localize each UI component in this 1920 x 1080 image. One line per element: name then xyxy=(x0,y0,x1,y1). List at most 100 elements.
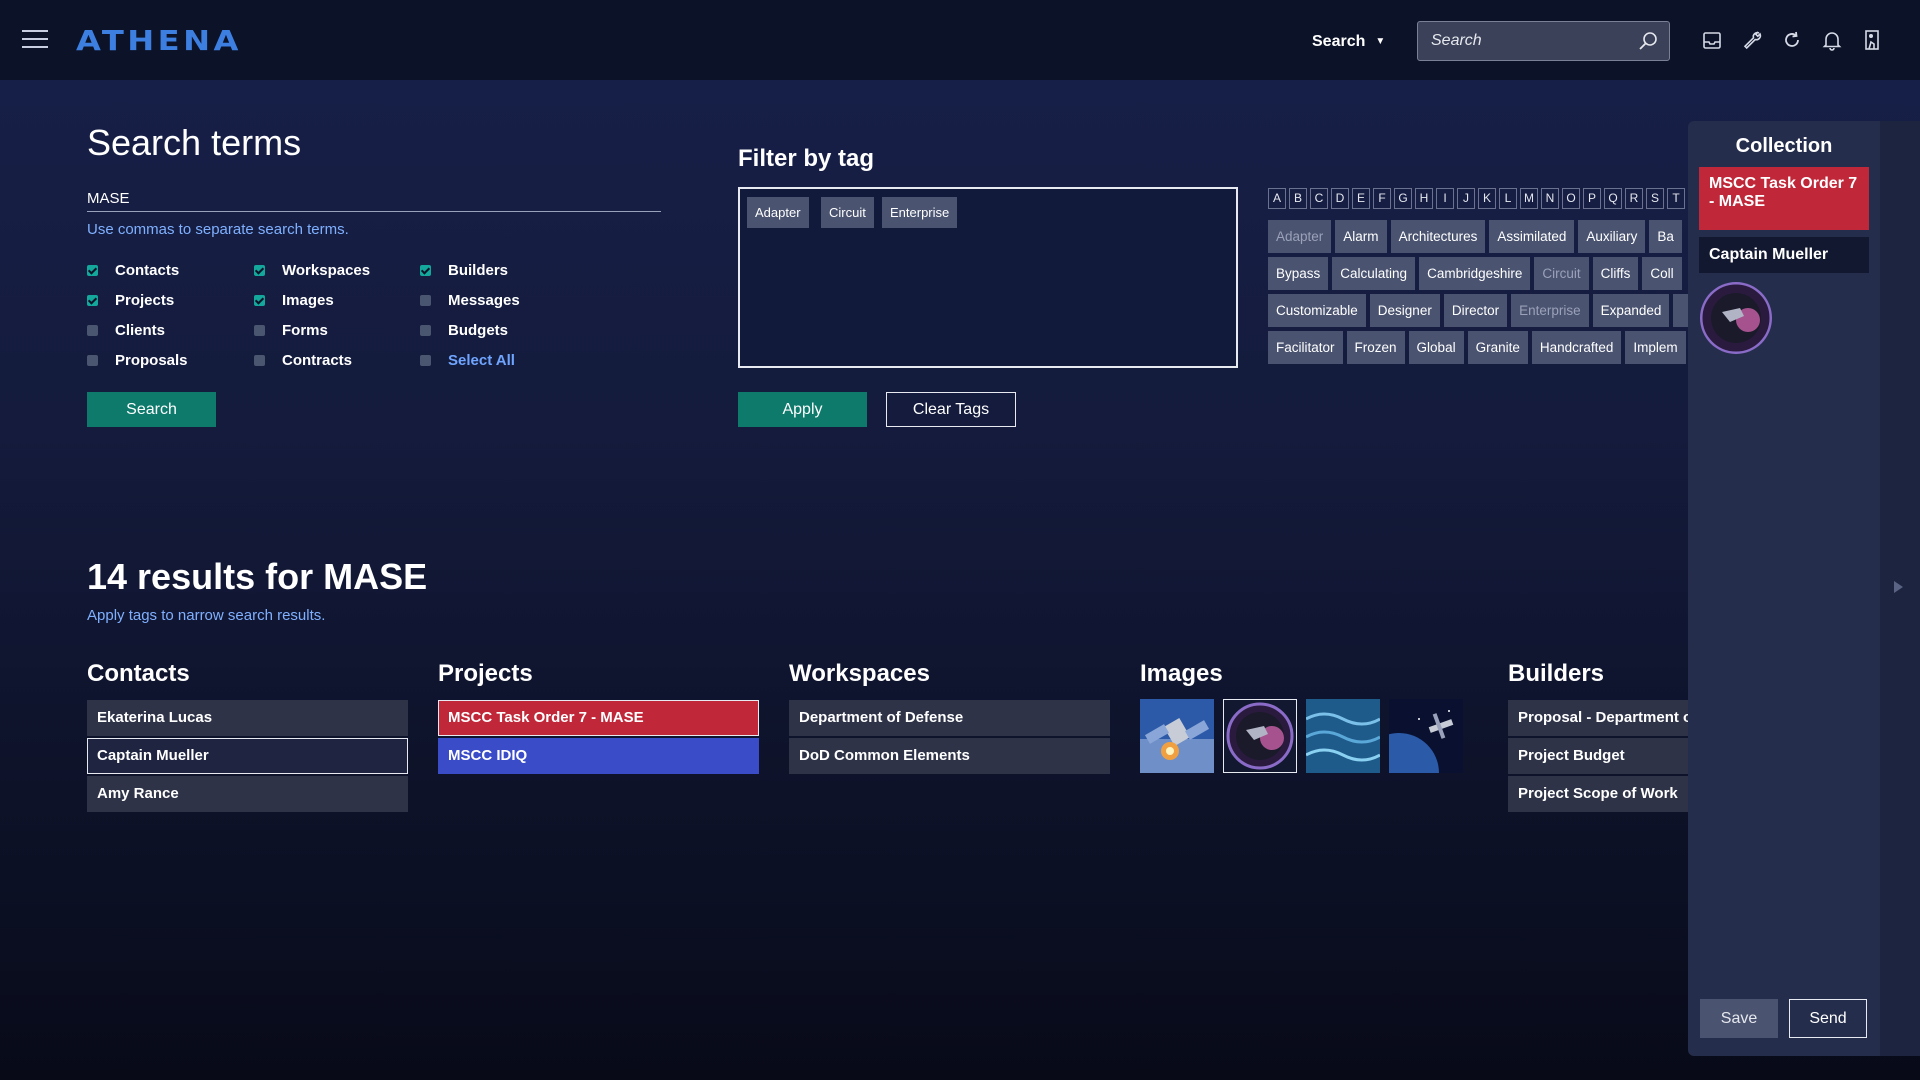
checkbox-contacts[interactable]: Contacts xyxy=(87,262,179,279)
tag-chip[interactable]: Enterprise xyxy=(1511,294,1589,327)
contact-item[interactable]: Amy Rance xyxy=(87,776,408,812)
tag-chip[interactable]: Expanded xyxy=(1592,294,1670,327)
letter-q[interactable]: Q xyxy=(1604,188,1622,209)
selected-tag-chip[interactable]: Enterprise xyxy=(882,197,958,228)
letter-g[interactable]: G xyxy=(1394,188,1412,209)
letter-k[interactable]: K xyxy=(1478,188,1496,209)
tag-chip[interactable]: Auxiliary xyxy=(1578,220,1646,253)
satellite-image[interactable] xyxy=(1140,699,1214,773)
tag-chip[interactable]: Designer xyxy=(1369,294,1440,327)
project-item[interactable]: MSCC IDIQ xyxy=(438,738,759,774)
letter-s[interactable]: S xyxy=(1646,188,1664,209)
tag-chip[interactable]: Handcrafted xyxy=(1531,331,1622,364)
checkbox-messages[interactable]: Messages xyxy=(420,292,520,309)
contact-item[interactable]: Captain Mueller xyxy=(87,738,408,774)
letter-o[interactable]: O xyxy=(1562,188,1580,209)
expand-arrow-icon[interactable] xyxy=(1894,581,1903,593)
tag-chip[interactable]: Cambridgeshire xyxy=(1419,257,1531,290)
letter-f[interactable]: F xyxy=(1373,188,1391,209)
letter-m[interactable]: M xyxy=(1520,188,1538,209)
letter-h[interactable]: H xyxy=(1415,188,1433,209)
app-logo[interactable]: ATHENA xyxy=(76,24,242,57)
letter-n[interactable]: N xyxy=(1541,188,1559,209)
tag-chip[interactable]: Director xyxy=(1443,294,1508,327)
tag-chip[interactable]: Adapter xyxy=(1268,220,1332,253)
letter-p[interactable]: P xyxy=(1583,188,1601,209)
tag-chip[interactable]: Circuit xyxy=(1534,257,1589,290)
global-search-input[interactable] xyxy=(1418,22,1669,60)
checkbox-clients[interactable]: Clients xyxy=(87,322,165,339)
tag-chip[interactable]: Assimilated xyxy=(1489,220,1575,253)
letter-c[interactable]: C xyxy=(1310,188,1328,209)
letter-t[interactable]: T xyxy=(1667,188,1685,209)
menu-icon[interactable] xyxy=(22,30,48,50)
letter-r[interactable]: R xyxy=(1625,188,1643,209)
mission-patch-image[interactable] xyxy=(1223,699,1297,773)
checkbox-forms[interactable]: Forms xyxy=(254,322,328,339)
tag-chip[interactable]: Coll xyxy=(1642,257,1682,290)
tag-chip[interactable] xyxy=(1673,294,1688,327)
builder-item[interactable]: Project Scope of Work xyxy=(1508,776,1688,812)
send-button[interactable]: Send xyxy=(1789,999,1867,1038)
inbox-icon[interactable] xyxy=(1700,28,1724,52)
collection-item-contact[interactable]: Captain Mueller xyxy=(1699,237,1869,273)
tag-chip[interactable]: Architectures xyxy=(1390,220,1486,253)
tag-chip[interactable]: Cliffs xyxy=(1592,257,1639,290)
tag-chip[interactable]: Implem xyxy=(1625,331,1686,364)
checkbox-select-all[interactable]: Select All xyxy=(420,352,515,369)
letter-j[interactable]: J xyxy=(1457,188,1475,209)
clear-tags-button[interactable]: Clear Tags xyxy=(886,392,1016,427)
search-button[interactable]: Search xyxy=(87,392,216,427)
project-item[interactable]: MSCC Task Order 7 - MASE xyxy=(438,700,759,736)
checkbox-proposals[interactable]: Proposals xyxy=(87,352,188,369)
bell-icon[interactable] xyxy=(1820,28,1844,52)
apply-button[interactable]: Apply xyxy=(738,392,867,427)
letter-e[interactable]: E xyxy=(1352,188,1370,209)
refresh-icon[interactable] xyxy=(1780,28,1804,52)
workspace-item[interactable]: DoD Common Elements xyxy=(789,738,1110,774)
save-button[interactable]: Save xyxy=(1700,999,1778,1038)
wrench-icon[interactable] xyxy=(1740,28,1764,52)
search-terms-input[interactable] xyxy=(87,186,661,212)
collection-item-image[interactable] xyxy=(1700,282,1772,354)
letter-i[interactable]: I xyxy=(1436,188,1454,209)
projects-list: MSCC Task Order 7 - MASE MSCC IDIQ xyxy=(438,700,759,776)
images-title: Images xyxy=(1140,660,1223,687)
checkbox-contracts[interactable]: Contracts xyxy=(254,352,352,369)
checkbox-budgets[interactable]: Budgets xyxy=(420,322,508,339)
tag-chip[interactable]: Granite xyxy=(1467,331,1528,364)
selected-tags-box[interactable]: Adapter Circuit Enterprise xyxy=(738,187,1238,368)
contacts-title: Contacts xyxy=(87,660,190,687)
tag-chip[interactable]: Facilitator xyxy=(1268,331,1343,364)
tag-chip[interactable]: Frozen xyxy=(1346,331,1405,364)
search-mode-dropdown[interactable]: Search ▼ xyxy=(1312,33,1385,51)
workspaces-list: Department of Defense DoD Common Element… xyxy=(789,700,1110,776)
tag-chip[interactable]: Alarm xyxy=(1335,220,1387,253)
checkbox-workspaces[interactable]: Workspaces xyxy=(254,262,370,279)
letter-d[interactable]: D xyxy=(1331,188,1349,209)
tag-chip[interactable]: Bypass xyxy=(1268,257,1329,290)
collection-item-project[interactable]: MSCC Task Order 7 - MASE xyxy=(1699,167,1869,230)
letter-l[interactable]: L xyxy=(1499,188,1517,209)
tag-chip[interactable]: Customizable xyxy=(1268,294,1366,327)
tag-chip[interactable]: Calculating xyxy=(1332,257,1416,290)
alphabet-filter: A B C D E F G H I J K L M N O P Q R S T xyxy=(1268,188,1685,209)
workspace-item[interactable]: Department of Defense xyxy=(789,700,1110,736)
blue-waves-image[interactable] xyxy=(1306,699,1380,773)
letter-a[interactable]: A xyxy=(1268,188,1286,209)
selected-tag-chip[interactable]: Adapter xyxy=(747,197,809,228)
builder-item[interactable]: Proposal - Department of xyxy=(1508,700,1688,736)
header-icons xyxy=(1700,28,1884,56)
checkbox-builders[interactable]: Builders xyxy=(420,262,508,279)
search-icon[interactable] xyxy=(1637,30,1659,52)
builder-item[interactable]: Project Budget xyxy=(1508,738,1688,774)
tag-chip[interactable]: Ba xyxy=(1649,220,1682,253)
letter-b[interactable]: B xyxy=(1289,188,1307,209)
checkbox-projects[interactable]: Projects xyxy=(87,292,174,309)
selected-tag-chip[interactable]: Circuit xyxy=(821,197,874,228)
checkbox-images[interactable]: Images xyxy=(254,292,334,309)
logout-icon[interactable] xyxy=(1860,28,1884,52)
space-station-image[interactable] xyxy=(1389,699,1463,773)
tag-chip[interactable]: Global xyxy=(1408,331,1464,364)
contact-item[interactable]: Ekaterina Lucas xyxy=(87,700,408,736)
